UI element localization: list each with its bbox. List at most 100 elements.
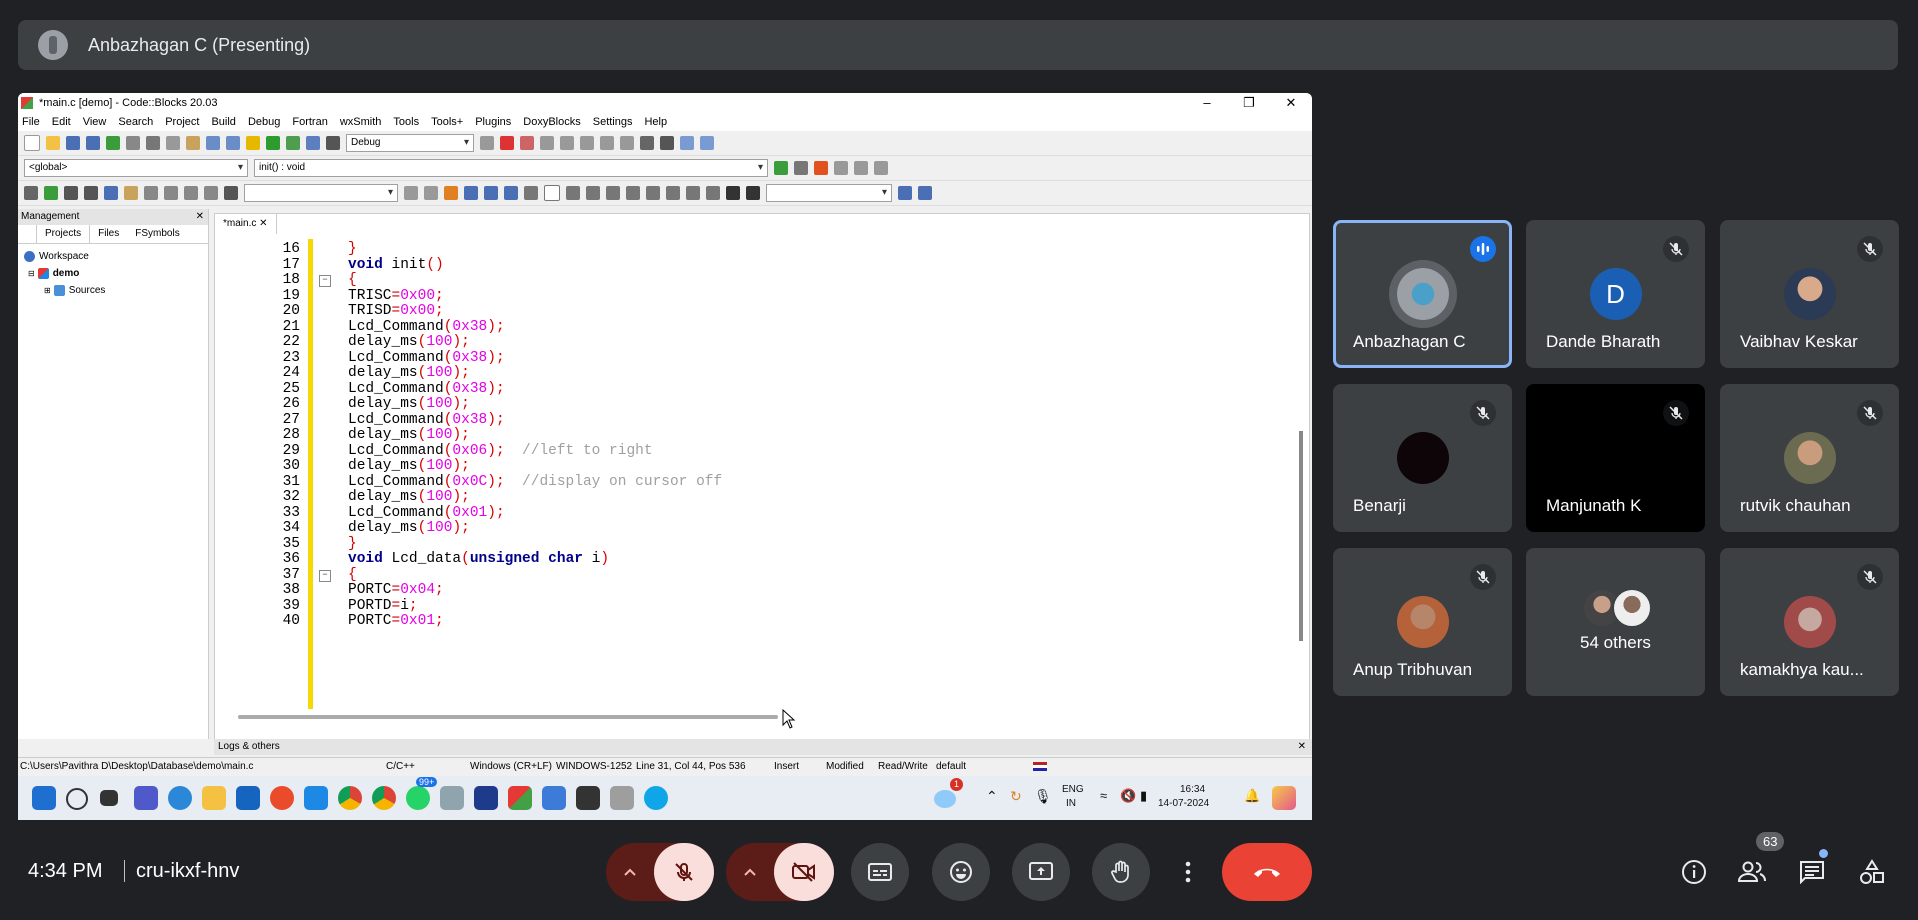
record-icon[interactable]	[184, 186, 198, 200]
code-line[interactable]: {	[348, 272, 357, 288]
present-button[interactable]	[1012, 843, 1070, 901]
menu-fortran[interactable]: Fortran	[292, 116, 327, 128]
close-icon[interactable]: ✕	[1270, 93, 1312, 113]
close-icon[interactable]: ✕	[196, 209, 204, 225]
regex-icon[interactable]	[504, 186, 518, 200]
people-button[interactable]	[1734, 854, 1770, 890]
comment-block-icon[interactable]	[64, 186, 78, 200]
lang-top[interactable]: ENG	[1062, 784, 1084, 795]
mail-icon[interactable]	[304, 786, 328, 810]
xbox-icon[interactable]	[576, 786, 600, 810]
bookmark-icon[interactable]	[814, 161, 828, 175]
reactions-button[interactable]	[932, 843, 990, 901]
stop-debug-icon[interactable]	[660, 136, 674, 150]
store-icon[interactable]	[236, 786, 260, 810]
code-line[interactable]: delay_ms(100);	[348, 396, 470, 412]
doxy-html-icon[interactable]	[104, 186, 118, 200]
function-select[interactable]: init() : void	[254, 159, 768, 177]
abort-icon[interactable]	[326, 136, 340, 150]
fold-toggle-icon[interactable]: −	[319, 569, 331, 582]
code-line[interactable]: {	[348, 567, 357, 583]
code-line[interactable]: PORTC=0x01;	[348, 613, 444, 629]
code-line[interactable]: }	[348, 536, 357, 552]
chevron-up-icon[interactable]: ⌃	[986, 788, 998, 805]
open-icon[interactable]	[46, 136, 60, 150]
code-line[interactable]: delay_ms(100);	[348, 458, 470, 474]
debug-run-icon[interactable]	[500, 136, 514, 150]
sync-icon[interactable]: ↻	[1010, 788, 1022, 805]
step-instruction-icon[interactable]	[620, 136, 634, 150]
wrench-icon[interactable]	[144, 186, 158, 200]
meeting-details-button[interactable]	[1676, 854, 1712, 890]
build-icon[interactable]	[246, 136, 260, 150]
code-line[interactable]: Lcd_Command(0x01);	[348, 505, 505, 521]
battery-icon[interactable]: ▮	[1140, 788, 1147, 804]
menu-settings[interactable]: Settings	[593, 116, 633, 128]
select-all-icon[interactable]	[464, 186, 478, 200]
leave-call-button[interactable]	[1222, 843, 1312, 901]
code-line[interactable]: Lcd_Command(0x0C); //display on cursor o…	[348, 474, 722, 490]
build-run-icon[interactable]	[286, 136, 300, 150]
code-line[interactable]: }	[348, 241, 357, 257]
code-line[interactable]: void init()	[348, 257, 444, 273]
menu-debug[interactable]: Debug	[248, 116, 280, 128]
code-line[interactable]: TRISC=0x00;	[348, 288, 444, 304]
speaker-muted-icon[interactable]: 🔇	[1120, 788, 1136, 804]
camera-toggle-button[interactable]	[774, 843, 834, 901]
prev-bookmark-icon[interactable]	[834, 161, 848, 175]
mic-icon[interactable]: 🎙	[1034, 788, 1052, 805]
wifi-icon[interactable]: ≈	[1100, 788, 1107, 803]
match-case-icon[interactable]	[484, 186, 498, 200]
code-line[interactable]: Lcd_Command(0x06); //left to right	[348, 443, 653, 459]
restore-icon[interactable]: ❐	[1228, 93, 1270, 113]
code-line[interactable]: Lcd_Command(0x38);	[348, 350, 505, 366]
doxy-run-icon[interactable]	[44, 186, 58, 200]
next-line-icon[interactable]	[540, 136, 554, 150]
find-icon[interactable]	[206, 136, 220, 150]
highlight-icon[interactable]	[444, 186, 458, 200]
fold-toggle-icon[interactable]: −	[319, 275, 331, 287]
menu-wxsmith[interactable]: wxSmith	[340, 116, 382, 128]
code-line[interactable]: delay_ms(100);	[348, 365, 470, 381]
menu-project[interactable]: Project	[165, 116, 199, 128]
chat-button[interactable]	[1794, 854, 1830, 890]
brave-icon[interactable]	[270, 786, 294, 810]
menu-edit[interactable]: Edit	[52, 116, 71, 128]
paint-icon[interactable]	[542, 786, 566, 810]
copy-icon[interactable]	[166, 136, 180, 150]
scroll-thumb[interactable]	[1299, 431, 1303, 641]
plugin-select[interactable]	[766, 184, 892, 202]
layout-icon-2[interactable]	[586, 186, 600, 200]
others-tile[interactable]: 54 others	[1526, 548, 1705, 696]
collapse-icon[interactable]: ⊟	[28, 265, 35, 282]
notification-icon[interactable]: 🔔	[1244, 788, 1260, 804]
copilot-icon[interactable]	[1272, 786, 1296, 810]
menu-plugins[interactable]: Plugins	[475, 116, 511, 128]
code-line[interactable]: Lcd_Command(0x38);	[348, 319, 505, 335]
c-icon[interactable]	[746, 186, 760, 200]
doxy-icon[interactable]	[24, 186, 38, 200]
file-explorer-icon[interactable]	[202, 786, 226, 810]
simulator-icon[interactable]	[610, 786, 634, 810]
undo-icon[interactable]	[106, 136, 120, 150]
participant-tile[interactable]: Benarji	[1333, 384, 1512, 532]
code-line[interactable]: delay_ms(100);	[348, 520, 470, 536]
tab-files[interactable]: Files	[90, 225, 127, 243]
clear-bookmarks-icon[interactable]	[874, 161, 888, 175]
lang-bottom[interactable]: IN	[1066, 798, 1076, 809]
mic-toggle-button[interactable]	[654, 843, 714, 901]
search-icon[interactable]	[66, 788, 88, 810]
codeblocks-taskbar-icon[interactable]	[508, 786, 532, 810]
whatsapp-icon[interactable]	[406, 786, 430, 810]
rebuild-icon[interactable]	[306, 136, 320, 150]
teams-icon[interactable]	[134, 786, 158, 810]
jump-back-icon[interactable]	[774, 161, 788, 175]
menu-help[interactable]: Help	[644, 116, 667, 128]
settings-plugin-icon[interactable]	[918, 186, 932, 200]
step-out-icon[interactable]	[580, 136, 594, 150]
s-icon[interactable]	[726, 186, 740, 200]
code-line[interactable]: void Lcd_data(unsigned char i)	[348, 551, 609, 567]
minimize-icon[interactable]: –	[1186, 93, 1228, 113]
participant-tile[interactable]: kamakhya kau...	[1720, 548, 1899, 696]
run-icon[interactable]	[266, 136, 280, 150]
